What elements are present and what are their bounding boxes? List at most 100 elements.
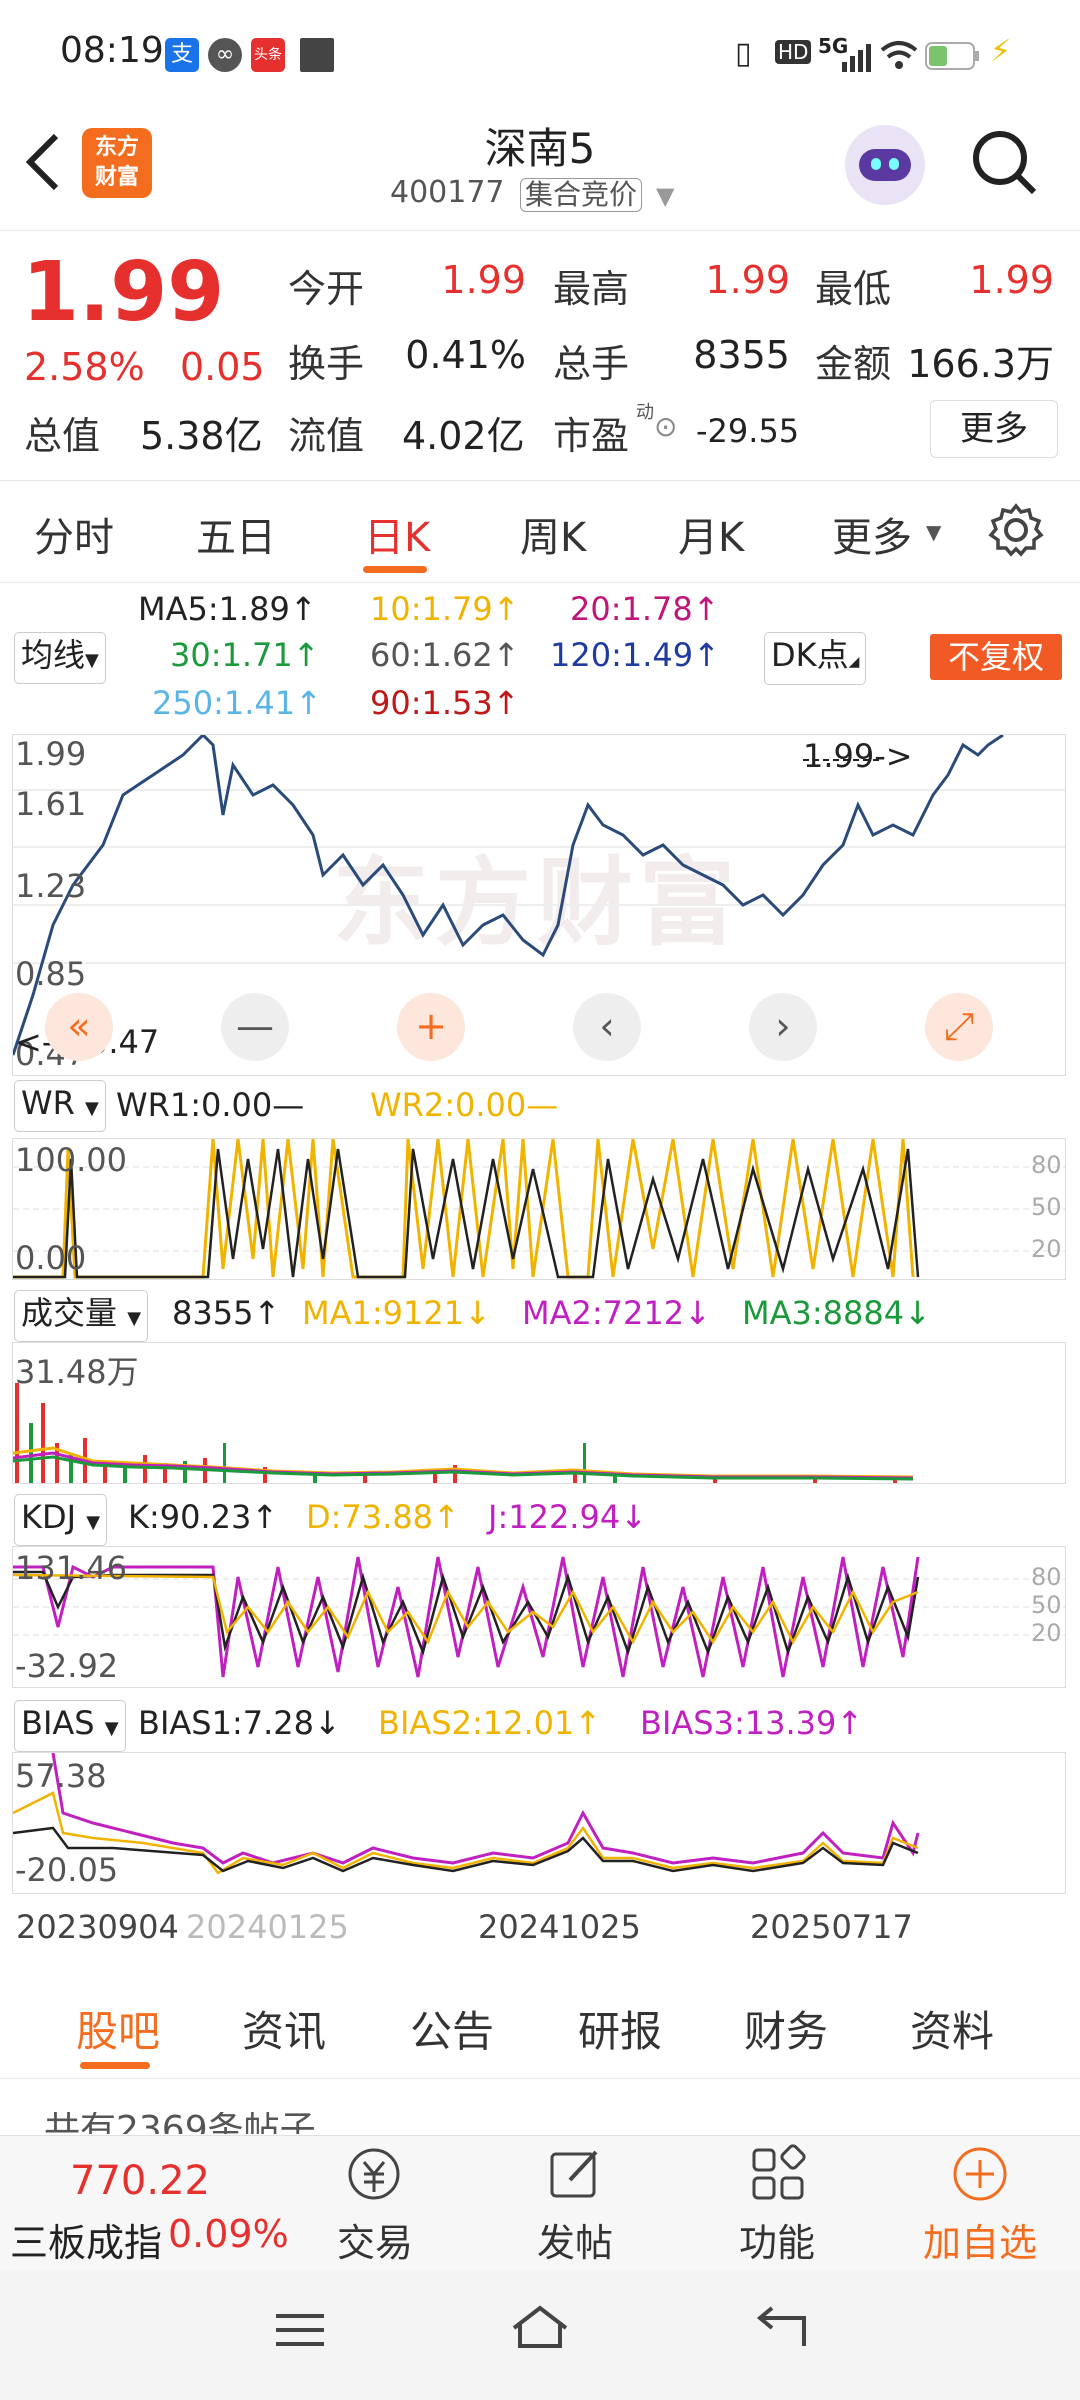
kdj-y-top: 131.46: [15, 1549, 127, 1587]
tab-weekly-k[interactable]: 周K: [520, 505, 586, 563]
current-price: 1.99: [22, 245, 225, 340]
price-chart[interactable]: 东方财富 1.99 1.61 1.23 0.85 0.47 1.99-> <--…: [12, 734, 1066, 1076]
battery-icon: [925, 42, 979, 70]
tab-profile[interactable]: 资料: [910, 1998, 994, 2059]
auction-tag[interactable]: 集合竞价: [520, 178, 643, 212]
kdj-j-arrow: ↓: [620, 1498, 647, 1536]
change-percent: 2.58%: [24, 345, 145, 389]
index-change[interactable]: 0.09%: [168, 2212, 289, 2256]
x-label-3: 20250717: [750, 1908, 913, 1946]
volume-arrow: ↑: [253, 1294, 281, 1332]
tab-financials[interactable]: 财务: [744, 1998, 828, 2059]
volume-label: 总手: [553, 342, 630, 386]
low-label: 最低: [815, 267, 892, 311]
volume-caret-icon: ▼: [127, 1308, 142, 1329]
kdj-dropdown-label: KDJ: [21, 1498, 77, 1536]
open-label: 今开: [288, 267, 365, 311]
ma5-text: MA5:1.89: [138, 590, 290, 628]
tab-daily-k[interactable]: 日K: [364, 505, 430, 563]
wr2-text: WR2:0.00: [370, 1086, 527, 1124]
turnover-label: 换手: [288, 342, 365, 386]
home-icon[interactable]: [508, 2302, 572, 2352]
post-label[interactable]: 发帖: [520, 2212, 630, 2267]
settings-gear-icon[interactable]: [988, 502, 1044, 558]
bias-y-bottom: -20.05: [15, 1851, 119, 1889]
chain-icon: ∞: [208, 38, 242, 72]
wr-dropdown[interactable]: WR ▼: [14, 1080, 106, 1132]
wr1-mark: —: [272, 1086, 305, 1124]
fullscreen-button[interactable]: ⤢: [925, 993, 993, 1061]
active-bottom-tab-indicator: [80, 2062, 150, 2069]
volume-dropdown[interactable]: 成交量 ▼: [14, 1290, 149, 1342]
kdj-dropdown[interactable]: KDJ ▼: [14, 1494, 108, 1546]
ma120-text: 120:1.49: [550, 636, 694, 674]
move-left-button[interactable]: ‹: [573, 993, 641, 1061]
menu-icon[interactable]: [272, 2310, 328, 2350]
more-quote-button[interactable]: 更多: [930, 400, 1058, 458]
features-grid-icon[interactable]: [748, 2144, 808, 2204]
ma-dropdown[interactable]: 均线▼: [14, 632, 106, 684]
volume-chart[interactable]: 31.48万: [12, 1342, 1066, 1484]
vol-ma2-text: MA2:7212: [522, 1294, 685, 1332]
scroll-left-fast-button[interactable]: «: [45, 993, 113, 1061]
tab-more[interactable]: 更多: [832, 505, 912, 563]
ma30-legend: 30:1.71↑: [170, 636, 320, 674]
ma5-arrow: ↑: [289, 590, 317, 628]
caret-down-icon[interactable]: ▼: [656, 182, 674, 210]
tab-monthly-k[interactable]: 月K: [678, 505, 744, 563]
add-watchlist-icon[interactable]: [950, 2144, 1010, 2204]
charging-icon: ⚡: [990, 34, 1012, 69]
bias2-arrow: ↑: [574, 1704, 602, 1742]
no-adjust-button[interactable]: 不复权: [930, 634, 1062, 680]
volume-max-label: 31.48万: [15, 1353, 139, 1391]
index-value[interactable]: 770.22: [70, 2158, 210, 2204]
ma30-arrow: ↑: [292, 636, 320, 674]
tab-five-day[interactable]: 五日: [196, 505, 276, 563]
vol-ma3-text: MA3:8884: [742, 1294, 905, 1332]
ma120-legend: 120:1.49↑: [550, 636, 720, 674]
tab-forum[interactable]: 股吧: [76, 1998, 160, 2059]
bias-lines: [13, 1753, 920, 1875]
bias-caret-icon: ▼: [104, 1718, 119, 1739]
kdj-y-bottom: -32.92: [15, 1647, 119, 1685]
post-count-text: 共有2369条帖子: [44, 2112, 316, 2134]
y-label-0: 1.99: [15, 735, 87, 773]
search-icon[interactable]: [970, 128, 1040, 198]
hd-icon: HD: [775, 40, 812, 64]
float-cap-value: 4.02亿: [402, 414, 525, 458]
info-icon[interactable]: ⊙: [654, 410, 677, 443]
tab-announcements[interactable]: 公告: [410, 1998, 494, 2059]
bias1-legend: BIAS1:7.28↓: [138, 1704, 341, 1742]
tab-news[interactable]: 资讯: [242, 1998, 326, 2059]
trade-label[interactable]: 交易: [320, 2212, 430, 2267]
wr-chart[interactable]: 100.00 0.00 80 50 20: [12, 1138, 1066, 1280]
add-watchlist-label[interactable]: 加自选: [910, 2212, 1050, 2267]
features-label[interactable]: 功能: [722, 2212, 832, 2267]
kdj-chart[interactable]: 131.46 -32.92 80 50 20: [12, 1546, 1066, 1688]
x-label-0: 20230904: [16, 1908, 179, 1946]
alipay-icon: 支: [165, 38, 199, 72]
tab-intraday[interactable]: 分时: [34, 505, 114, 563]
edit-post-icon[interactable]: [546, 2144, 606, 2204]
kdj-level-20: 20: [1031, 1619, 1062, 1647]
wr2-mark: —: [526, 1086, 559, 1124]
back-nav-icon[interactable]: [752, 2304, 812, 2350]
volume-text: 8355: [172, 1294, 254, 1332]
robot-assistant-icon[interactable]: [845, 125, 925, 205]
zoom-out-button[interactable]: —: [221, 993, 289, 1061]
dk-corner-icon: ◢: [848, 654, 860, 670]
vol-ma1-arrow: ↓: [464, 1294, 491, 1332]
tab-research[interactable]: 研报: [578, 1998, 662, 2059]
bias-dropdown[interactable]: BIAS ▼: [14, 1700, 126, 1752]
move-right-button[interactable]: ›: [749, 993, 817, 1061]
kdj-k-arrow: ↑: [251, 1498, 279, 1536]
index-name[interactable]: 三板成指: [10, 2212, 162, 2267]
kdj-caret-icon: ▼: [86, 1512, 101, 1533]
dk-point-button[interactable]: DK点◢: [764, 632, 867, 685]
x-label-1: 20240125: [186, 1908, 349, 1946]
zoom-in-button[interactable]: +: [397, 993, 465, 1061]
bias-chart[interactable]: 57.38 -20.05: [12, 1752, 1066, 1894]
trade-icon[interactable]: [344, 2144, 404, 2204]
volume-legend: 8355↑: [172, 1294, 280, 1332]
market-cap-label: 总值: [24, 414, 101, 458]
